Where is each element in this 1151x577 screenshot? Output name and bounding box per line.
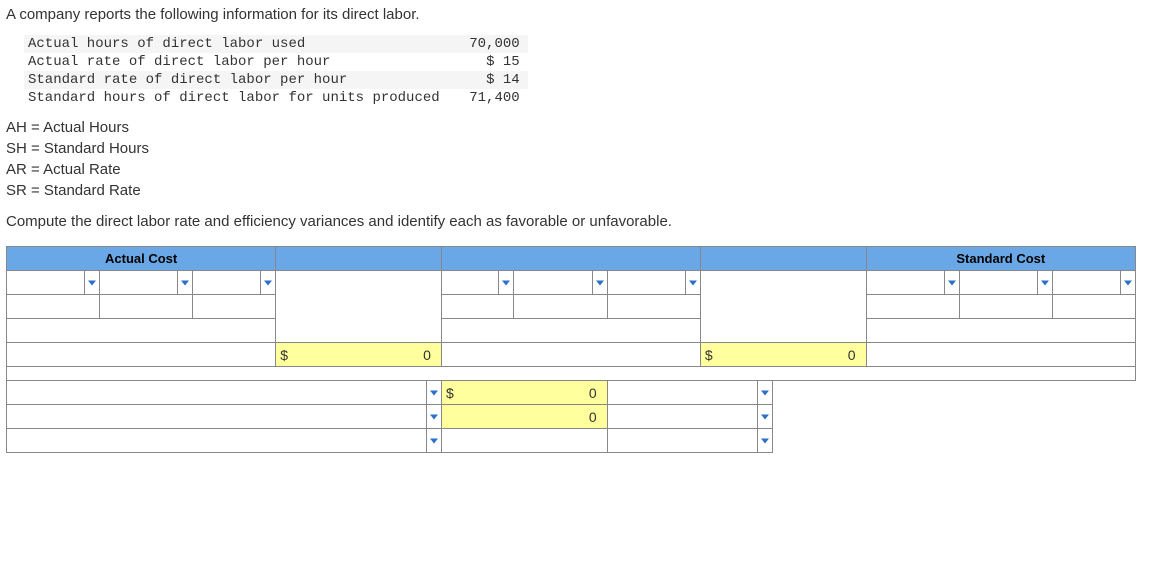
mid-col1-select[interactable] <box>441 271 514 295</box>
std-val1[interactable] <box>866 295 959 319</box>
header-blank-1 <box>276 247 442 271</box>
dollar-sign: $ <box>705 344 713 366</box>
blank-left <box>7 343 276 367</box>
legend-line: SH = Standard Hours <box>6 138 1145 159</box>
dollar-sign: $ <box>446 382 454 404</box>
legend-line: AR = Actual Rate <box>6 159 1145 180</box>
zero-val: 0 <box>423 344 431 366</box>
actual-val2[interactable] <box>100 295 193 319</box>
instruction-text: Compute the direct labor rate and effici… <box>6 213 1145 230</box>
dollar-sign: $ <box>280 344 288 366</box>
eff-variance-value: $0 <box>700 343 866 367</box>
grid-spacer <box>7 367 1136 381</box>
total-variance-amount[interactable] <box>441 429 607 453</box>
zero-val: 0 <box>848 344 856 366</box>
variance-row-blank <box>773 381 1136 405</box>
total-fav-unfav-select[interactable] <box>607 429 773 453</box>
std-val3[interactable] <box>1053 295 1136 319</box>
intro-text: A company reports the following informat… <box>6 6 1145 23</box>
actual-col1-select[interactable] <box>7 271 100 295</box>
mid2-head <box>773 271 866 343</box>
data-value: $ 14 <box>448 71 528 89</box>
variance-grid: Actual Cost Standard Cost <box>6 246 1136 453</box>
mid1-head <box>348 271 441 343</box>
actual-total[interactable] <box>7 319 276 343</box>
header-actual-cost: Actual Cost <box>7 247 276 271</box>
legend-line: AH = Actual Hours <box>6 117 1145 138</box>
rate-variance-value: $0 <box>276 343 442 367</box>
zero-val: 0 <box>589 406 597 428</box>
given-data-table: Actual hours of direct labor used70,000 … <box>24 35 528 107</box>
actual-col3-select[interactable] <box>193 271 276 295</box>
total-variance-label-select[interactable] <box>7 429 442 453</box>
rate-variance-label-select[interactable] <box>7 381 442 405</box>
eff-variance-amount: 0 <box>441 405 607 429</box>
spacer-cell <box>700 271 773 343</box>
eff-fav-unfav-select[interactable] <box>607 405 773 429</box>
mid-val1[interactable] <box>441 295 514 319</box>
std-val2[interactable] <box>959 295 1052 319</box>
mid-val3[interactable] <box>607 295 700 319</box>
data-label: Actual hours of direct labor used <box>24 35 448 53</box>
data-value: $ 15 <box>448 53 528 71</box>
spacer-cell <box>276 271 349 343</box>
blank-right <box>866 343 1135 367</box>
data-label: Standard rate of direct labor per hour <box>24 71 448 89</box>
mid-total[interactable] <box>441 319 700 343</box>
rate-fav-unfav-select[interactable] <box>607 381 773 405</box>
zero-val: 0 <box>589 382 597 404</box>
actual-val3[interactable] <box>193 295 276 319</box>
data-value: 71,400 <box>448 89 528 107</box>
data-label: Actual rate of direct labor per hour <box>24 53 448 71</box>
actual-col2-select[interactable] <box>100 271 193 295</box>
variance-row-blank <box>773 405 1136 429</box>
header-blank-2 <box>441 247 700 271</box>
data-label: Standard hours of direct labor for units… <box>24 89 448 107</box>
blank-mid <box>441 343 700 367</box>
std-col2-select[interactable] <box>959 271 1052 295</box>
actual-val1[interactable] <box>7 295 100 319</box>
header-standard-cost: Standard Cost <box>866 247 1135 271</box>
std-col1-select[interactable] <box>866 271 959 295</box>
rate-variance-amount: $0 <box>441 381 607 405</box>
legend-block: AH = Actual Hours SH = Standard Hours AR… <box>6 117 1145 201</box>
std-col3-select[interactable] <box>1053 271 1136 295</box>
mid-col2-select[interactable] <box>514 271 607 295</box>
mid-col3-select[interactable] <box>607 271 700 295</box>
data-value: 70,000 <box>448 35 528 53</box>
eff-variance-label-select[interactable] <box>7 405 442 429</box>
mid-val2[interactable] <box>514 295 607 319</box>
header-blank-3 <box>700 247 866 271</box>
variance-row-blank <box>773 429 1136 453</box>
std-total[interactable] <box>866 319 1135 343</box>
legend-line: SR = Standard Rate <box>6 180 1145 201</box>
